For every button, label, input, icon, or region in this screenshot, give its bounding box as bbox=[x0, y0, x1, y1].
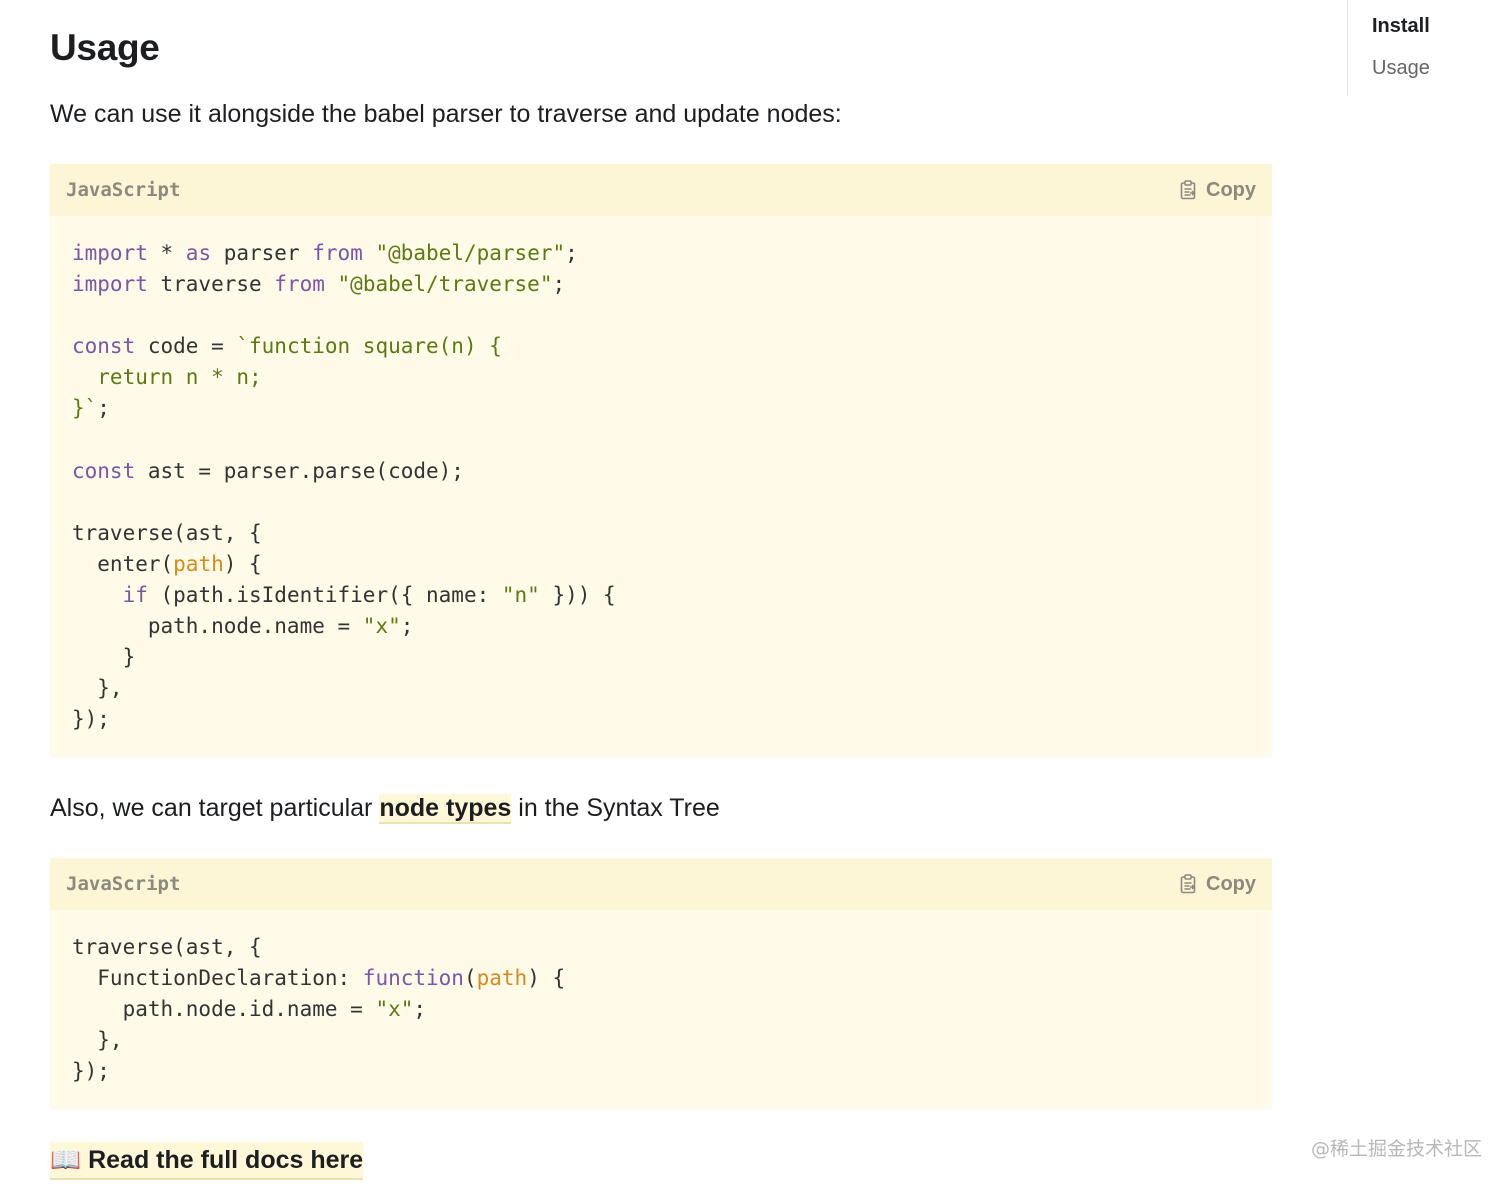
clipboard-icon bbox=[1180, 874, 1196, 894]
also-text-before: Also, we can target particular bbox=[50, 794, 380, 822]
code-content: traverse(ast, { FunctionDeclaration: fun… bbox=[72, 935, 566, 1084]
toc-item-install[interactable]: Install bbox=[1372, 5, 1512, 47]
clipboard-icon bbox=[1180, 180, 1196, 200]
table-of-contents: Install Usage bbox=[1347, 0, 1512, 96]
read-docs-label: Read the full docs here bbox=[88, 1146, 364, 1174]
intro-paragraph: We can use it alongside the babel parser… bbox=[50, 100, 842, 128]
page-title: Usage bbox=[50, 27, 160, 68]
node-types-link[interactable]: node types bbox=[379, 794, 512, 824]
watermark: @稀土掘金技术社区 bbox=[1310, 1138, 1482, 1160]
code-block-header: JavaScript Copy bbox=[50, 858, 1272, 910]
code-content: import * as parser from "@babel/parser";… bbox=[72, 241, 616, 732]
copy-button[interactable]: Copy bbox=[1180, 179, 1256, 202]
code-block-2: JavaScript Copy traverse(ast, { Function… bbox=[50, 858, 1272, 1108]
code-block-1: JavaScript Copy import * as parser from … bbox=[50, 164, 1272, 756]
toc-item-usage[interactable]: Usage bbox=[1372, 47, 1512, 89]
copy-button-label: Copy bbox=[1206, 178, 1256, 201]
code-language-label: JavaScript bbox=[66, 873, 181, 895]
copy-button[interactable]: Copy bbox=[1180, 873, 1256, 896]
open-book-icon: 📖 bbox=[50, 1146, 82, 1174]
also-text-after: in the Syntax Tree bbox=[511, 794, 720, 822]
also-paragraph: Also, we can target particular node type… bbox=[50, 791, 720, 825]
code-block-header: JavaScript Copy bbox=[50, 164, 1272, 216]
read-docs-link[interactable]: 📖 Read the full docs here bbox=[50, 1142, 364, 1180]
code-language-label: JavaScript bbox=[66, 179, 181, 201]
copy-button-label: Copy bbox=[1206, 872, 1256, 895]
